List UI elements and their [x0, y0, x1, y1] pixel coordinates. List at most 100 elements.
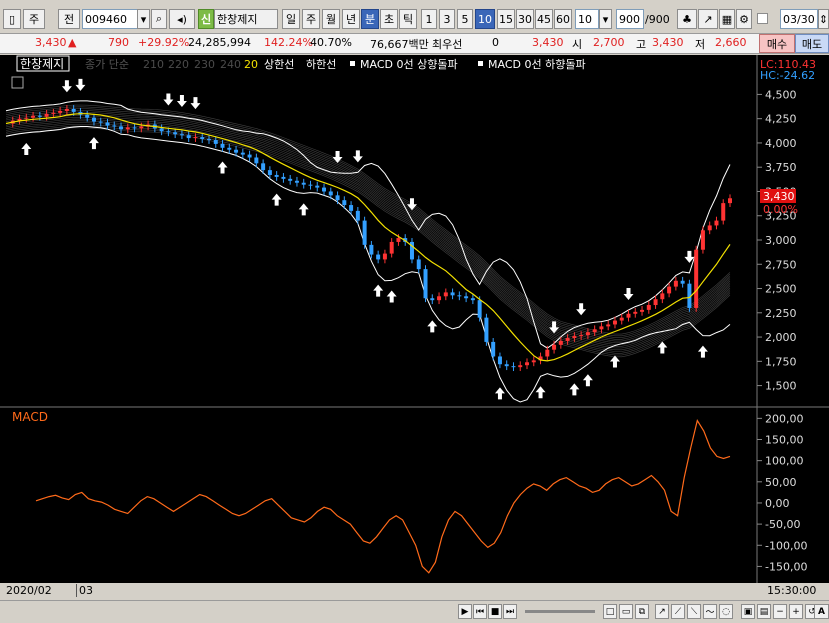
- interval-dropdown-icon[interactable]: ▾: [599, 9, 612, 29]
- period-tick-button[interactable]: 틱: [399, 9, 417, 29]
- candle-body: [166, 131, 171, 133]
- chart-canvas[interactable]: 4,5004,2504,0003,7503,5003,2503,0002,750…: [0, 55, 829, 583]
- date-input[interactable]: 03/30: [780, 9, 818, 29]
- copy-icon[interactable]: ⧉: [635, 604, 649, 619]
- code-dropdown-icon[interactable]: ▾: [137, 9, 150, 29]
- candle-body: [112, 125, 117, 127]
- chart-window-icon[interactable]: ▯: [3, 9, 21, 29]
- candle-body: [680, 280, 685, 284]
- scroll-right-icon[interactable]: ▶: [458, 604, 472, 619]
- price-tick-label: 2,500: [765, 283, 797, 296]
- best-bid-label: 최우선: [432, 38, 463, 51]
- quote-bar: 3,430 ▲ 790 +29.92% 24,285,994 142.24% 4…: [0, 34, 829, 54]
- interval-45-button[interactable]: 45: [535, 9, 553, 29]
- low-label: 저: [695, 38, 706, 51]
- candle-body: [443, 292, 448, 297]
- save-icon[interactable]: ▤: [757, 604, 771, 619]
- camera-icon[interactable]: ▣: [741, 604, 755, 619]
- best-bid-qty: 0: [492, 36, 499, 49]
- candle-body: [497, 356, 502, 365]
- price-tick-label: 1,750: [765, 355, 797, 368]
- scroll-start-icon[interactable]: ⏮: [473, 604, 487, 619]
- high-label: 고: [636, 38, 647, 51]
- candle-body: [660, 293, 665, 300]
- macd-tick-label: 200,00: [765, 412, 804, 425]
- candle-body: [714, 220, 719, 226]
- interval-10-button[interactable]: 10: [475, 9, 495, 29]
- interval-3-button[interactable]: 3: [439, 9, 455, 29]
- macd-tick-label: -50,00: [765, 518, 800, 531]
- wave-tool-icon[interactable]: 〜: [703, 604, 717, 619]
- candle-body: [585, 332, 590, 336]
- sell-button[interactable]: 매도: [795, 34, 829, 53]
- buy-button[interactable]: 매수: [759, 34, 795, 53]
- period-second-button[interactable]: 초: [380, 9, 398, 29]
- candle-body: [301, 182, 306, 185]
- open-label: 시: [572, 38, 583, 51]
- interval-15-button[interactable]: 15: [497, 9, 515, 29]
- period-week-button[interactable]: 주: [302, 9, 320, 29]
- stock-name-field[interactable]: 한창제지: [214, 9, 278, 29]
- price-tick-label: 2,750: [765, 258, 797, 271]
- shape-tool-icon[interactable]: ◌: [719, 604, 733, 619]
- zoom-slider[interactable]: [525, 610, 595, 613]
- open-price: 2,700: [593, 36, 625, 49]
- zoom-in-icon[interactable]: □: [603, 604, 617, 619]
- price-tick-label: 2,000: [765, 331, 797, 344]
- candle-body: [369, 244, 374, 255]
- scroll-end-icon[interactable]: ⏭: [503, 604, 517, 619]
- gear-icon[interactable]: ⚙: [736, 9, 752, 29]
- period-year-button[interactable]: 년: [342, 9, 360, 29]
- zoom-out-icon[interactable]: ▭: [619, 604, 633, 619]
- interval-30-button[interactable]: 30: [516, 9, 534, 29]
- interval-1-button[interactable]: 1: [421, 9, 437, 29]
- volume-ratio: 142.24%: [264, 36, 313, 49]
- stock-code-input[interactable]: 009460: [82, 9, 138, 29]
- candle-body: [450, 292, 455, 296]
- search-icon[interactable]: ⌕: [151, 9, 167, 29]
- date-spin-icon[interactable]: ⇕: [818, 9, 829, 29]
- stop-icon[interactable]: ■: [488, 604, 502, 619]
- period-day-button[interactable]: 일: [282, 9, 300, 29]
- candle-body: [565, 338, 570, 341]
- interval-select[interactable]: 10: [575, 9, 599, 29]
- interval-5-button[interactable]: 5: [457, 9, 473, 29]
- percent-tag: 0.00%: [763, 203, 798, 216]
- candle-body: [362, 220, 367, 245]
- trade-amount: 76,667백만: [370, 38, 429, 51]
- fibo-tool-icon[interactable]: ⟍: [687, 604, 701, 619]
- grid-icon[interactable]: ▦: [719, 9, 735, 29]
- candle-body: [328, 191, 333, 196]
- candle-body: [396, 238, 401, 242]
- candle-body: [572, 336, 577, 339]
- speaker-icon[interactable]: ◂): [169, 9, 195, 29]
- price-tick-label: 4,500: [765, 88, 797, 101]
- draw-tool-icon[interactable]: ↗: [698, 9, 718, 29]
- interval-60-button[interactable]: 60: [554, 9, 572, 29]
- chart-type-button[interactable]: 주: [23, 9, 45, 29]
- period-minute-button[interactable]: 분: [361, 9, 379, 29]
- trend-tool-icon[interactable]: ↗: [655, 604, 669, 619]
- plus-icon[interactable]: +: [789, 604, 803, 619]
- period-month-button[interactable]: 월: [322, 9, 340, 29]
- candle-body: [119, 126, 124, 130]
- bottom-toolbar: ▶ ⏮ ■ ⏭ □ ▭ ⧉ ↗ ⟋ ⟍ 〜 ◌ ▣ ▤ − + ↺ A: [0, 600, 829, 623]
- candle-body: [98, 121, 103, 123]
- chart-option-button[interactable]: 전: [58, 9, 80, 29]
- candle-body: [518, 365, 523, 368]
- minus-icon[interactable]: −: [773, 604, 787, 619]
- candle-body: [477, 300, 482, 318]
- candle-body: [437, 296, 442, 301]
- candle-body: [44, 113, 49, 117]
- date-checkbox[interactable]: [757, 13, 768, 24]
- candle-body: [464, 296, 469, 299]
- line-tool-icon[interactable]: ⟋: [671, 604, 685, 619]
- count-input[interactable]: 900: [616, 9, 644, 29]
- high-price: 3,430: [652, 36, 684, 49]
- candle-body: [728, 198, 732, 204]
- text-tool-icon[interactable]: A: [814, 604, 829, 619]
- price-tick-label: 4,000: [765, 137, 797, 150]
- candle-body: [247, 154, 252, 158]
- indicator-icon[interactable]: ♣: [677, 9, 697, 29]
- candle-body: [504, 364, 509, 367]
